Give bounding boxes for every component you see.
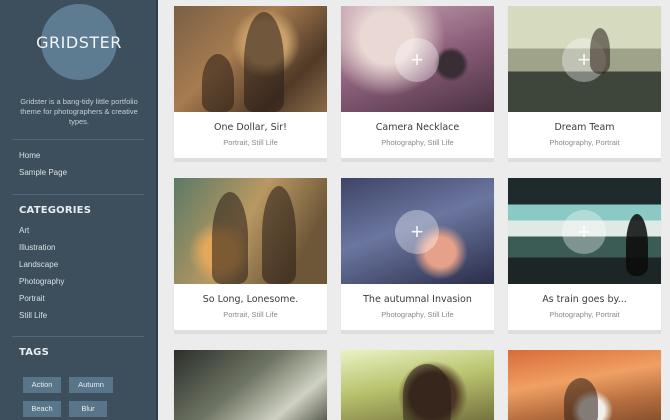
post-title[interactable]: So Long, Lonesome. <box>174 294 327 305</box>
tag-cloud: Action Autumn Beach Blur <box>23 377 133 417</box>
portfolio-card[interactable]: + The autumnal Invasion Photography, Sti… <box>341 178 494 334</box>
post-thumbnail[interactable]: + <box>508 178 661 284</box>
post-title[interactable]: Dream Team <box>508 122 661 133</box>
nav-item-home[interactable]: Home <box>19 150 67 167</box>
portfolio-card[interactable] <box>341 350 494 420</box>
post-title[interactable]: One Dollar, Sir! <box>174 122 327 133</box>
post-categories: Portrait, Still Life <box>223 310 278 319</box>
portfolio-card[interactable]: One Dollar, Sir! Portrait, Still Life <box>174 6 327 162</box>
tags-heading: TAGS <box>19 347 49 358</box>
site-logo[interactable]: GRIDSTER <box>36 4 121 80</box>
portfolio-card[interactable]: + As train goes by... Photography, Portr… <box>508 178 661 334</box>
post-categories: Photography, Portrait <box>549 138 620 147</box>
category-art[interactable]: Art <box>19 226 64 243</box>
plus-icon: + <box>395 38 439 82</box>
plus-icon: + <box>395 210 439 254</box>
post-categories: Portrait, Still Life <box>223 138 278 147</box>
post-thumbnail[interactable] <box>508 350 661 420</box>
divider <box>12 194 144 195</box>
tag-autumn[interactable]: Autumn <box>69 377 113 393</box>
category-list: Art Illustration Landscape Photography P… <box>19 226 64 328</box>
category-landscape[interactable]: Landscape <box>19 260 64 277</box>
nav-item-sample-page[interactable]: Sample Page <box>19 167 67 184</box>
post-categories: Photography, Still Life <box>381 310 454 319</box>
post-title[interactable]: As train goes by... <box>508 294 661 305</box>
portfolio-card[interactable] <box>508 350 661 420</box>
post-thumbnail[interactable] <box>174 350 327 420</box>
post-title[interactable]: Camera Necklace <box>341 122 494 133</box>
portfolio-card[interactable]: + Camera Necklace Photography, Still Lif… <box>341 6 494 162</box>
site-tagline: Gridster is a bang-tidy little portfolio… <box>20 97 138 126</box>
post-categories: Photography, Still Life <box>381 138 454 147</box>
tag-beach[interactable]: Beach <box>23 401 61 417</box>
category-portrait[interactable]: Portrait <box>19 294 64 311</box>
post-thumbnail[interactable]: + <box>341 6 494 112</box>
post-categories: Photography, Portrait <box>549 310 620 319</box>
post-thumbnail[interactable] <box>174 6 327 112</box>
portfolio-card[interactable]: So Long, Lonesome. Portrait, Still Life <box>174 178 327 334</box>
category-illustration[interactable]: Illustration <box>19 243 64 260</box>
category-photography[interactable]: Photography <box>19 277 64 294</box>
divider <box>12 139 144 140</box>
main-nav: Home Sample Page <box>19 150 67 184</box>
post-thumbnail[interactable] <box>341 350 494 420</box>
portfolio-card[interactable]: + Dream Team Photography, Portrait <box>508 6 661 162</box>
logo-text: GRIDSTER <box>36 32 122 52</box>
portfolio-card[interactable] <box>174 350 327 420</box>
tag-action[interactable]: Action <box>23 377 61 393</box>
post-thumbnail[interactable]: + <box>508 6 661 112</box>
sidebar: GRIDSTER Gridster is a bang-tidy little … <box>0 0 158 420</box>
divider <box>12 336 144 337</box>
plus-icon: + <box>562 210 606 254</box>
post-title[interactable]: The autumnal Invasion <box>341 294 494 305</box>
post-thumbnail[interactable] <box>174 178 327 284</box>
categories-heading: CATEGORIES <box>19 205 92 216</box>
tag-blur[interactable]: Blur <box>69 401 107 417</box>
post-thumbnail[interactable]: + <box>341 178 494 284</box>
category-still-life[interactable]: Still Life <box>19 311 64 328</box>
